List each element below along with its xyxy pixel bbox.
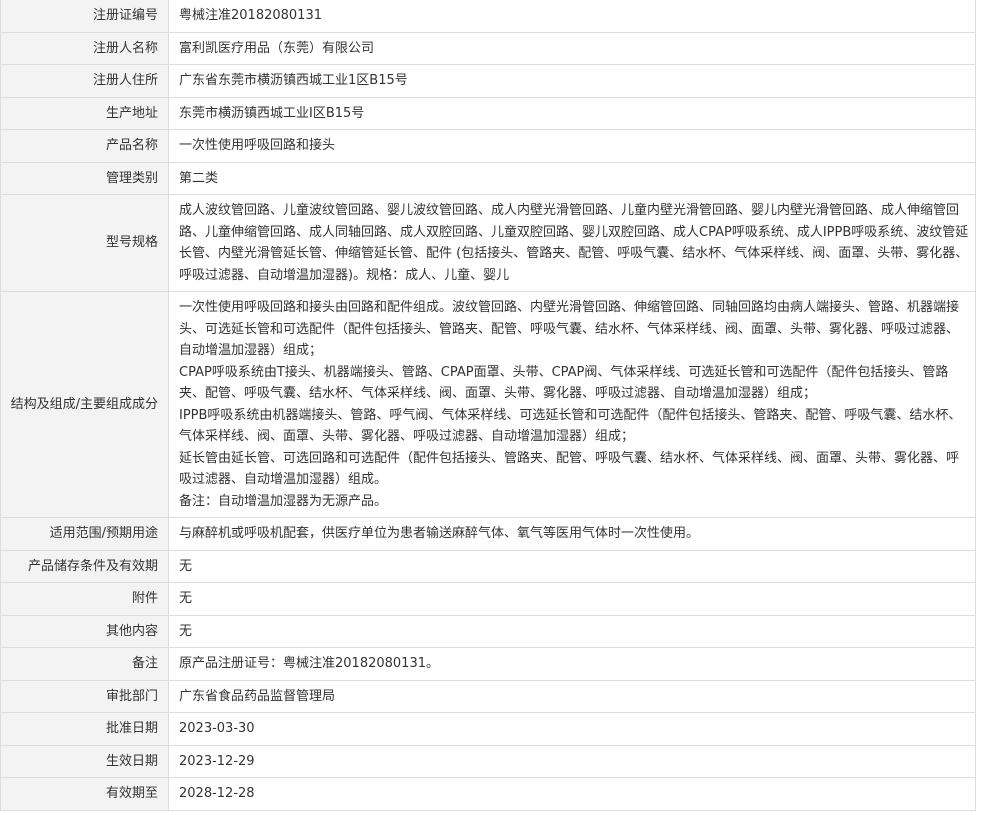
row-label-other-content: 其他内容 [0, 614, 169, 648]
table-row: 型号规格 成人波纹管回路、儿童波纹管回路、婴儿波纹管回路、成人内壁光滑管回路、儿… [0, 194, 976, 292]
row-label-registrant-name: 注册人名称 [0, 31, 169, 65]
table-row: 注册人住所 广东省东莞市横沥镇西城工业1区B15号 [0, 64, 976, 98]
composition-paragraph: 延长管由延长管、可选回路和可选配件（配件包括接头、管路夹、配管、呼吸气囊、结水杯… [179, 450, 960, 488]
row-label-attachments: 附件 [0, 582, 169, 616]
row-label-production-address: 生产地址 [0, 96, 169, 130]
row-value-registrant-name: 富利凯医疗用品（东莞）有限公司 [168, 31, 976, 65]
row-value-valid-until: 2028-12-28 [168, 777, 976, 811]
row-value-storage-validity: 无 [168, 549, 976, 583]
table-row: 批准日期 2023-03-30 [0, 712, 976, 746]
composition-paragraph: CPAP呼吸系统由T接头、机器端接头、管路、CPAP面罩、头带、CPAP阀、气体… [179, 364, 949, 402]
row-label-management-category: 管理类别 [0, 161, 169, 195]
table-row: 生产地址 东莞市横沥镇西城工业I区B15号 [0, 96, 976, 130]
row-label-effective-date: 生效日期 [0, 744, 169, 778]
table-row: 附件 无 [0, 582, 976, 616]
row-label-product-name: 产品名称 [0, 129, 169, 163]
row-label-approval-date: 批准日期 [0, 712, 169, 746]
row-label-valid-until: 有效期至 [0, 777, 169, 811]
row-value-model-spec: 成人波纹管回路、儿童波纹管回路、婴儿波纹管回路、成人内壁光滑管回路、儿童内壁光滑… [168, 194, 976, 292]
row-value-production-address: 东莞市横沥镇西城工业I区B15号 [168, 96, 976, 130]
table-row: 结构及组成/主要组成成分 一次性使用呼吸回路和接头由回路和配件组成。波纹管回路、… [0, 291, 976, 518]
row-label-registrant-address: 注册人住所 [0, 64, 169, 98]
table-row: 产品名称 一次性使用呼吸回路和接头 [0, 129, 976, 163]
table-row: 其他内容 无 [0, 614, 976, 648]
composition-note: 备注：自动增温加湿器为无源产品。 [179, 493, 388, 509]
row-label-structure-composition: 结构及组成/主要组成成分 [0, 291, 169, 518]
table-row: 有效期至 2028-12-28 [0, 777, 976, 811]
row-value-attachments: 无 [168, 582, 976, 616]
composition-paragraph: IPPB呼吸系统由机器端接头、管路、呼气阀、气体采样线、可选延长管和可选配件（配… [179, 407, 962, 445]
row-label-model-spec: 型号规格 [0, 194, 169, 292]
table-row: 产品储存条件及有效期 无 [0, 549, 976, 583]
registration-record-table: 注册证编号 粤械注准20182080131 注册人名称 富利凯医疗用品（东莞）有… [0, 0, 976, 811]
composition-paragraph: 一次性使用呼吸回路和接头由回路和配件组成。波纹管回路、内壁光滑管回路、伸缩管回路… [179, 300, 960, 358]
row-value-registration-number: 粤械注准20182080131 [168, 0, 976, 33]
row-value-effective-date: 2023-12-29 [168, 744, 976, 778]
table-row: 管理类别 第二类 [0, 161, 976, 195]
row-label-registration-number: 注册证编号 [0, 0, 169, 33]
row-value-registrant-address: 广东省东莞市横沥镇西城工业1区B15号 [168, 64, 976, 98]
row-label-remarks: 备注 [0, 647, 169, 681]
row-value-structure-composition: 一次性使用呼吸回路和接头由回路和配件组成。波纹管回路、内壁光滑管回路、伸缩管回路… [168, 291, 976, 518]
row-value-approval-department: 广东省食品药品监督管理局 [168, 679, 976, 713]
row-value-other-content: 无 [168, 614, 976, 648]
row-value-approval-date: 2023-03-30 [168, 712, 976, 746]
table-row: 生效日期 2023-12-29 [0, 744, 976, 778]
table-row: 适用范围/预期用途 与麻醉机或呼吸机配套，供医疗单位为患者输送麻醉气体、氧气等医… [0, 517, 976, 551]
table-row: 注册证编号 粤械注准20182080131 [0, 0, 976, 33]
table-row: 备注 原产品注册证号：粤械注准20182080131。 [0, 647, 976, 681]
row-value-intended-use: 与麻醉机或呼吸机配套，供医疗单位为患者输送麻醉气体、氧气等医用气体时一次性使用。 [168, 517, 976, 551]
table-row: 审批部门 广东省食品药品监督管理局 [0, 679, 976, 713]
row-label-intended-use: 适用范围/预期用途 [0, 517, 169, 551]
row-value-remarks: 原产品注册证号：粤械注准20182080131。 [168, 647, 976, 681]
table-row: 注册人名称 富利凯医疗用品（东莞）有限公司 [0, 31, 976, 65]
row-value-product-name: 一次性使用呼吸回路和接头 [168, 129, 976, 163]
row-value-management-category: 第二类 [168, 161, 976, 195]
row-label-storage-validity: 产品储存条件及有效期 [0, 549, 169, 583]
row-label-approval-department: 审批部门 [0, 679, 169, 713]
